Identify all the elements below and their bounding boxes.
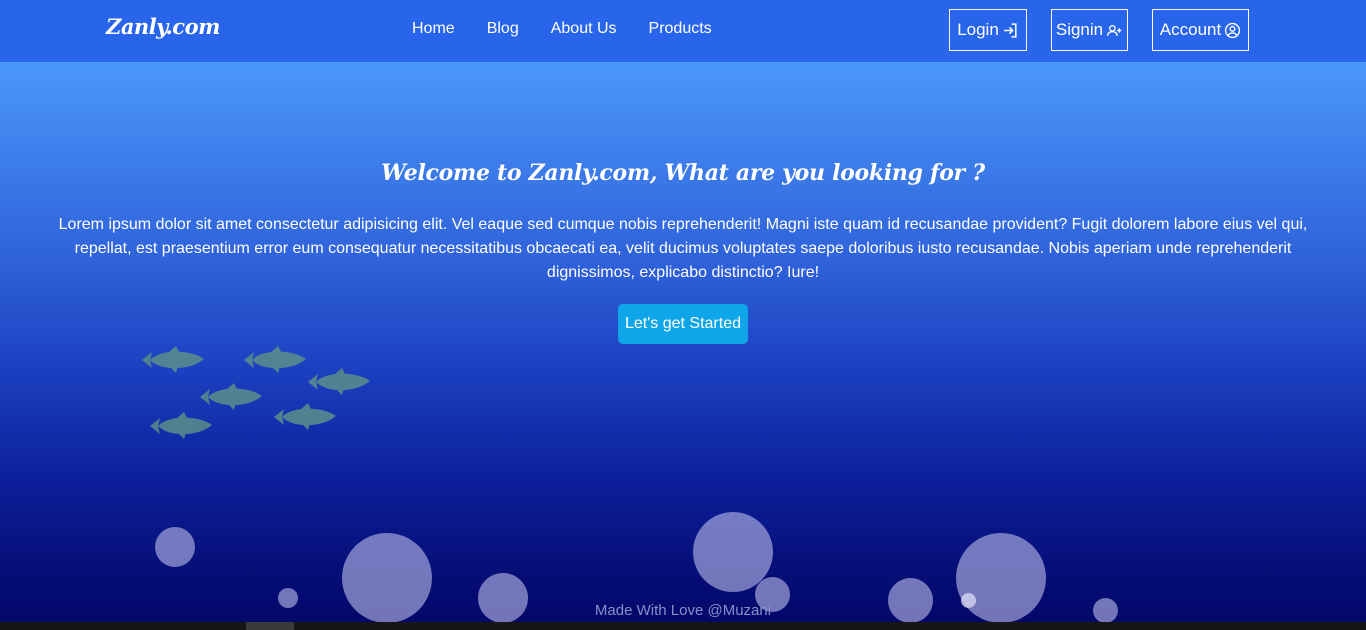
navbar: Zanly.com Home Blog About Us Products Lo… bbox=[0, 0, 1366, 62]
taskbar bbox=[0, 622, 1366, 630]
user-plus-icon bbox=[1107, 24, 1122, 36]
brand-logo[interactable]: Zanly.com bbox=[106, 14, 220, 39]
fish-icon bbox=[142, 346, 204, 373]
hero-description: Lorem ipsum dolor sit amet consectetur a… bbox=[58, 216, 1308, 281]
fish-icon bbox=[244, 346, 306, 373]
nav-link-products[interactable]: Products bbox=[649, 20, 712, 38]
user-circle-icon bbox=[1225, 22, 1241, 38]
footer-credit: Made With Love @Muzani bbox=[594, 602, 772, 619]
hero-title: Welcome to Zanly.com, What are you looki… bbox=[381, 160, 985, 186]
bubble-icon bbox=[155, 527, 195, 567]
signin-button[interactable]: Signin bbox=[1051, 9, 1128, 51]
fish-school bbox=[142, 346, 370, 439]
login-icon bbox=[1003, 22, 1017, 38]
fish-icon bbox=[308, 368, 370, 395]
get-started-button[interactable]: Let's get Started bbox=[618, 304, 748, 344]
nav-link-about-us[interactable]: About Us bbox=[551, 20, 617, 38]
account-button[interactable]: Account bbox=[1152, 9, 1249, 51]
fish-icon bbox=[200, 383, 262, 410]
nav-links: Home Blog About Us Products bbox=[412, 20, 744, 38]
signin-label: Signin bbox=[1055, 20, 1104, 39]
login-label: Login bbox=[957, 20, 999, 39]
nav-link-home[interactable]: Home bbox=[412, 20, 455, 38]
login-button[interactable]: Login bbox=[949, 9, 1027, 51]
nav-link-blog[interactable]: Blog bbox=[487, 20, 519, 38]
fish-icon bbox=[274, 403, 336, 430]
taskbar-item[interactable] bbox=[246, 622, 294, 630]
fish-icon bbox=[150, 412, 212, 439]
account-label: Account bbox=[1159, 20, 1222, 39]
